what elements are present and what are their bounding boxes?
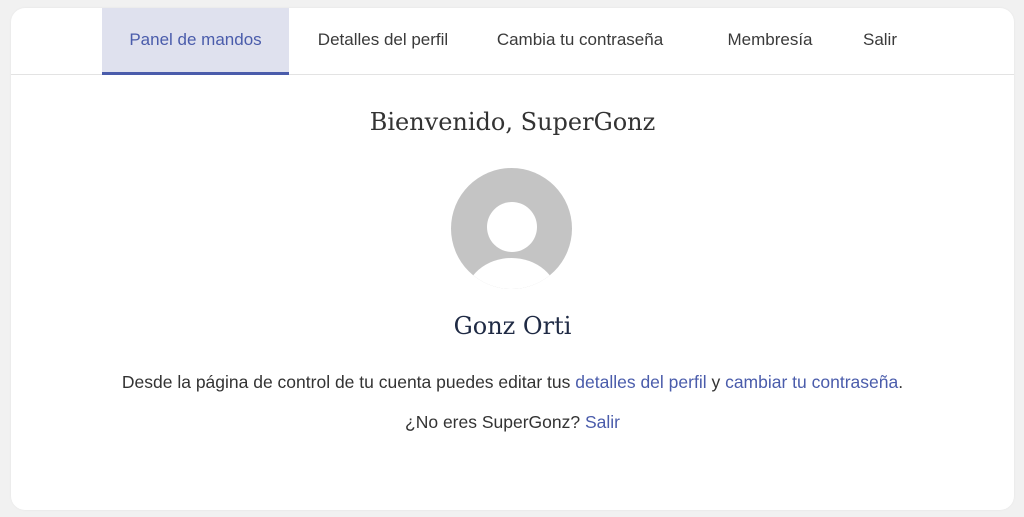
account-dashboard-card: Panel de mandos Detalles del perfil Camb… bbox=[11, 8, 1014, 510]
avatar-head-shape bbox=[487, 202, 537, 252]
description-text-after: . bbox=[898, 372, 904, 392]
default-user-avatar-icon bbox=[451, 168, 572, 289]
user-full-name: Gonz Orti bbox=[453, 312, 572, 340]
description-text-before: Desde la página de control de tu cuenta … bbox=[121, 372, 576, 392]
tab-change-password[interactable]: Cambia tu contraseña bbox=[485, 8, 675, 74]
tab-dashboard[interactable]: Panel de mandos bbox=[102, 8, 289, 75]
tab-membership[interactable]: Membresía bbox=[710, 8, 830, 74]
not-you-line: ¿No eres SuperGonz? Salir bbox=[11, 412, 1014, 433]
change-password-link[interactable]: cambiar tu contraseña bbox=[725, 372, 898, 392]
description-text-middle: y bbox=[706, 372, 726, 392]
logout-link[interactable]: Salir bbox=[585, 412, 620, 432]
profile-details-link[interactable]: detalles del perfil bbox=[575, 372, 706, 392]
account-tabs: Panel de mandos Detalles del perfil Camb… bbox=[11, 8, 1014, 75]
account-description: Desde la página de control de tu cuenta … bbox=[11, 372, 1014, 393]
not-you-text: ¿No eres SuperGonz? bbox=[405, 412, 585, 432]
tab-profile-details[interactable]: Detalles del perfil bbox=[301, 8, 465, 74]
welcome-heading: Bienvenido, SuperGonz bbox=[369, 108, 656, 136]
avatar-shoulders-shape bbox=[465, 258, 558, 289]
tab-logout[interactable]: Salir bbox=[846, 8, 914, 74]
